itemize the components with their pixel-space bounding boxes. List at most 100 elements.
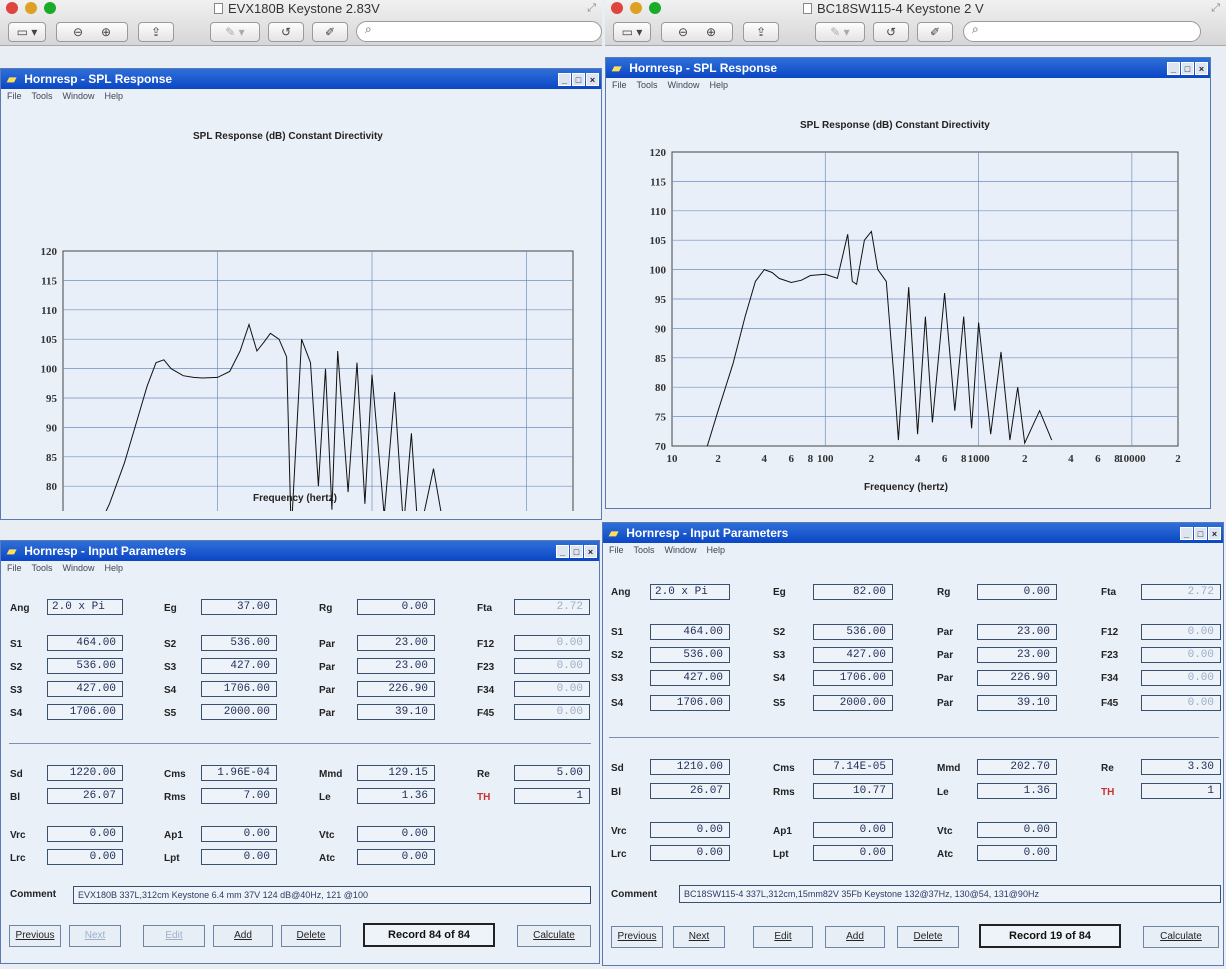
fullscreen-icon[interactable]: ⤢ bbox=[587, 2, 596, 15]
f23-field[interactable]: 0.00 bbox=[1141, 647, 1221, 663]
add-button[interactable]: Add bbox=[825, 926, 885, 948]
next-button[interactable]: Next bbox=[69, 925, 121, 947]
s3-field[interactable]: 427.00 bbox=[650, 670, 730, 686]
s3-field[interactable]: 427.00 bbox=[201, 658, 277, 674]
s2-field[interactable]: 536.00 bbox=[650, 647, 730, 663]
ang-field[interactable]: 2.0 x Pi bbox=[650, 584, 730, 600]
comment-field[interactable]: BC18SW115-4 337L,312cm,15mm82V 35Fb Keys… bbox=[679, 885, 1221, 903]
vtc-field[interactable]: 0.00 bbox=[357, 826, 435, 842]
previous-button[interactable]: Previous bbox=[9, 925, 61, 947]
s3-field[interactable]: 427.00 bbox=[47, 681, 123, 697]
fta-field[interactable]: 2.72 bbox=[1141, 584, 1221, 600]
close-icon[interactable] bbox=[6, 2, 18, 14]
maximize-icon[interactable]: □ bbox=[572, 72, 585, 86]
annotate-button[interactable]: ✎ ▾ bbox=[210, 22, 260, 42]
edit-button[interactable]: Edit bbox=[753, 926, 813, 948]
re-field[interactable]: 5.00 bbox=[514, 765, 590, 781]
s2-field[interactable]: 536.00 bbox=[47, 658, 123, 674]
rg-field[interactable]: 0.00 bbox=[977, 584, 1057, 600]
annotate-button[interactable]: ✎ ▾ bbox=[815, 22, 865, 42]
minimize-icon[interactable] bbox=[630, 2, 642, 14]
zoom-out-icon[interactable]: ⊖ bbox=[73, 25, 83, 39]
cms-field[interactable]: 7.14E-05 bbox=[813, 759, 893, 775]
f23-field[interactable]: 0.00 bbox=[514, 658, 590, 674]
le-field[interactable]: 1.36 bbox=[357, 788, 435, 804]
lpt-field[interactable]: 0.00 bbox=[201, 849, 277, 865]
s1-field[interactable]: 464.00 bbox=[47, 635, 123, 651]
menu-tools[interactable]: Tools bbox=[634, 545, 655, 555]
s4-field[interactable]: 1706.00 bbox=[47, 704, 123, 720]
s4-field[interactable]: 1706.00 bbox=[201, 681, 277, 697]
rg-field[interactable]: 0.00 bbox=[357, 599, 435, 615]
re-field[interactable]: 3.30 bbox=[1141, 759, 1221, 775]
menu-file[interactable]: File bbox=[7, 563, 22, 573]
close-icon[interactable]: × bbox=[584, 544, 597, 558]
menu-tools[interactable]: Tools bbox=[32, 563, 53, 573]
share-button[interactable]: ⇪ bbox=[138, 22, 174, 42]
atc-field[interactable]: 0.00 bbox=[977, 845, 1057, 861]
zoom-buttons[interactable]: ⊖ ⊕ bbox=[661, 22, 733, 42]
f12-field[interactable]: 0.00 bbox=[1141, 624, 1221, 640]
sidebar-toggle-button[interactable]: ▭ ▾ bbox=[8, 22, 46, 42]
fullscreen-icon[interactable]: ⤢ bbox=[1211, 2, 1220, 15]
vrc-field[interactable]: 0.00 bbox=[47, 826, 123, 842]
s4-field[interactable]: 1706.00 bbox=[650, 695, 730, 711]
edit-button[interactable]: Edit bbox=[143, 925, 205, 947]
add-button[interactable]: Add bbox=[213, 925, 273, 947]
minimize-icon[interactable]: _ bbox=[1180, 526, 1193, 540]
zoom-in-icon[interactable]: ⊕ bbox=[101, 25, 111, 39]
ang-field[interactable]: 2.0 x Pi bbox=[47, 599, 123, 615]
ap1-field[interactable]: 0.00 bbox=[201, 826, 277, 842]
par12-field[interactable]: 23.00 bbox=[357, 635, 435, 651]
calculate-button[interactable]: Calculate bbox=[1143, 926, 1219, 948]
sd-field[interactable]: 1210.00 bbox=[650, 759, 730, 775]
sd-field[interactable]: 1220.00 bbox=[47, 765, 123, 781]
vtc-field[interactable]: 0.00 bbox=[977, 822, 1057, 838]
edit-toolbar-button[interactable]: ✐ bbox=[312, 22, 348, 42]
f34-field[interactable]: 0.00 bbox=[1141, 670, 1221, 686]
par23-field[interactable]: 23.00 bbox=[977, 647, 1057, 663]
lrc-field[interactable]: 0.00 bbox=[47, 849, 123, 865]
delete-button[interactable]: Delete bbox=[897, 926, 959, 948]
th-field[interactable]: 1 bbox=[514, 788, 590, 804]
close-icon[interactable]: × bbox=[1195, 61, 1208, 75]
next-button[interactable]: Next bbox=[673, 926, 725, 948]
s3-field[interactable]: 427.00 bbox=[813, 647, 893, 663]
menu-file[interactable]: File bbox=[609, 545, 624, 555]
close-icon[interactable]: × bbox=[586, 72, 599, 86]
f45-field[interactable]: 0.00 bbox=[1141, 695, 1221, 711]
zoom-out-icon[interactable]: ⊖ bbox=[678, 25, 688, 39]
edit-toolbar-button[interactable]: ✐ bbox=[917, 22, 953, 42]
delete-button[interactable]: Delete bbox=[281, 925, 341, 947]
f45-field[interactable]: 0.00 bbox=[514, 704, 590, 720]
fta-field[interactable]: 2.72 bbox=[514, 599, 590, 615]
mmd-field[interactable]: 202.70 bbox=[977, 759, 1057, 775]
minimize-icon[interactable]: _ bbox=[556, 544, 569, 558]
search-input[interactable]: ⌕ bbox=[963, 21, 1201, 42]
lrc-field[interactable]: 0.00 bbox=[650, 845, 730, 861]
rms-field[interactable]: 7.00 bbox=[201, 788, 277, 804]
atc-field[interactable]: 0.00 bbox=[357, 849, 435, 865]
bl-field[interactable]: 26.07 bbox=[47, 788, 123, 804]
s5-field[interactable]: 2000.00 bbox=[813, 695, 893, 711]
maximize-icon[interactable]: □ bbox=[1181, 61, 1194, 75]
sidebar-toggle-button[interactable]: ▭ ▾ bbox=[613, 22, 651, 42]
bl-field[interactable]: 26.07 bbox=[650, 783, 730, 799]
maximize-icon[interactable]: □ bbox=[570, 544, 583, 558]
share-button[interactable]: ⇪ bbox=[743, 22, 779, 42]
menu-help[interactable]: Help bbox=[105, 563, 124, 573]
cms-field[interactable]: 1.96E-04 bbox=[201, 765, 277, 781]
menu-window[interactable]: Window bbox=[665, 545, 697, 555]
zoom-in-icon[interactable]: ⊕ bbox=[706, 25, 716, 39]
menu-help[interactable]: Help bbox=[707, 545, 726, 555]
f12-field[interactable]: 0.00 bbox=[514, 635, 590, 651]
maximize-icon[interactable]: □ bbox=[1194, 526, 1207, 540]
comment-field[interactable]: EVX180B 337L,312cm Keystone 6.4 mm 37V 1… bbox=[73, 886, 591, 904]
th-field[interactable]: 1 bbox=[1141, 783, 1221, 799]
f34-field[interactable]: 0.00 bbox=[514, 681, 590, 697]
vrc-field[interactable]: 0.00 bbox=[650, 822, 730, 838]
s4-field[interactable]: 1706.00 bbox=[813, 670, 893, 686]
rms-field[interactable]: 10.77 bbox=[813, 783, 893, 799]
par34-field[interactable]: 226.90 bbox=[977, 670, 1057, 686]
zoom-buttons[interactable]: ⊖ ⊕ bbox=[56, 22, 128, 42]
